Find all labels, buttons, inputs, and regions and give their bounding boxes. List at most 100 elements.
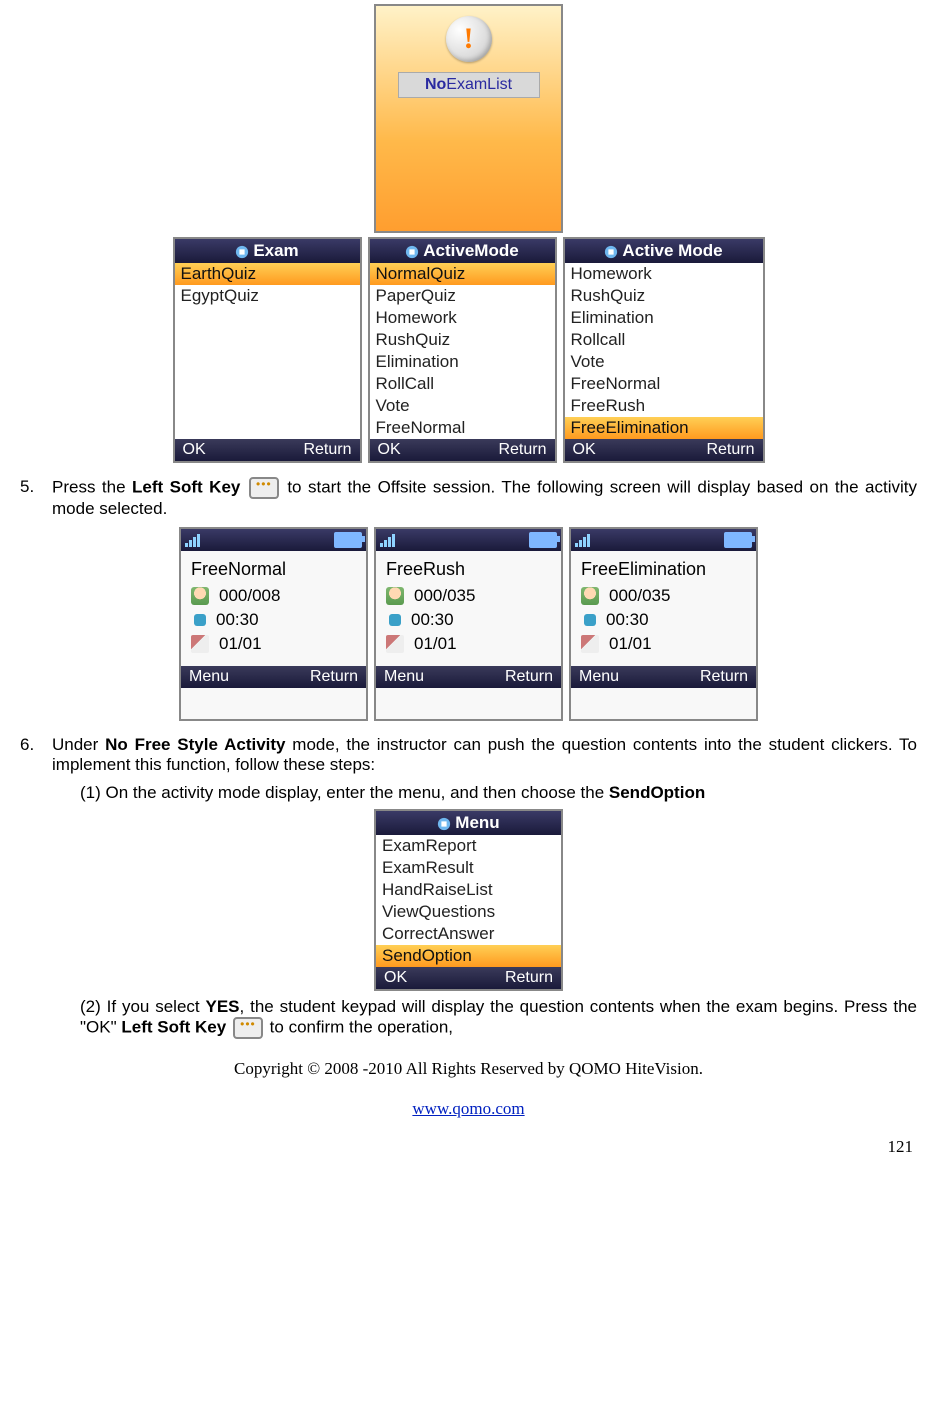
page-count: 01/01 [219,634,262,654]
phone-title: ActiveMode [423,241,518,261]
phone-session-screen: FreeElimination 000/035 00:30 01/01 Menu Retu… [569,527,758,721]
session-mode-title: FreeElimination [581,559,746,580]
list-item[interactable]: FreeNormal [565,373,763,395]
list-item[interactable]: RushQuiz [370,329,555,351]
list-item[interactable]: Vote [565,351,763,373]
list-item[interactable]: RollCall [370,373,555,395]
phone-statusbar [376,529,561,551]
softkey-left[interactable]: Menu [384,668,424,686]
document-page: ! NoExamList ExamEarthQuizEgyptQuizOKRet… [0,4,937,1177]
list-item[interactable]: Elimination [565,307,763,329]
softkey-left[interactable]: Menu [189,668,229,686]
list-item[interactable]: FreeElimination [565,417,763,439]
list-item[interactable]: Vote [370,395,555,417]
phone-softbar: Menu Return [181,666,366,688]
list-item[interactable]: EgyptQuiz [175,285,360,307]
website-link[interactable]: www.qomo.com [412,1099,524,1118]
phone-body: ExamReportExamResultHandRaiseListViewQue… [376,835,561,967]
timer-value: 00:30 [411,610,454,630]
timer-value: 00:30 [606,610,649,630]
figure-mode-screens-row: ExamEarthQuizEgyptQuiz OK Return ActiveMode… [20,237,917,463]
list-item[interactable]: PaperQuiz [370,285,555,307]
softkey-right[interactable]: Return [303,441,351,459]
list-item[interactable]: Homework [565,263,763,285]
title-icon [235,244,249,258]
softkey-right[interactable]: Return [505,969,553,987]
student-count: 000/008 [219,586,280,606]
softkey-left[interactable]: OK [384,969,407,987]
softkey-left[interactable]: OK [573,441,596,459]
list-item[interactable]: Rollcall [565,329,763,351]
title-icon [437,816,451,830]
list-item[interactable]: Elimination [370,351,555,373]
list-item[interactable]: RushQuiz [565,285,763,307]
copyright-footer: Copyright © 2008 -2010 All Rights Reserv… [20,1059,917,1079]
pen-icon [386,635,404,653]
session-row: 01/01 [581,634,746,654]
page-count: 01/01 [414,634,457,654]
phone-softbar: OK Return [376,967,561,989]
list-item[interactable]: EarthQuiz [175,263,360,285]
soft-key-icon [233,1017,263,1039]
list-item[interactable]: ExamReport [376,835,561,857]
phone-title: Menu [455,813,499,833]
phone-softbar: Menu Return [376,666,561,688]
warning-icon: ! [446,16,492,62]
session-row: 00:30 [191,610,356,630]
step-6-text: Under No Free Style Activity mode, the i… [52,735,917,775]
person-icon [191,587,209,605]
phone-title: Exam [253,241,298,261]
left-soft-key-label: Left Soft Key [132,477,240,496]
list-item[interactable]: FreeRush [565,395,763,417]
phone-body: HomeworkRushQuizEliminationRollcallVoteF… [565,263,763,439]
session-row: 01/01 [191,634,356,654]
list-item[interactable]: FreeNormal [370,417,555,439]
session-row: 000/035 [581,586,746,606]
page-count: 01/01 [609,634,652,654]
list-item[interactable]: NormalQuiz [370,263,555,285]
examlist-text: ExamList [446,76,512,93]
signal-icon [575,534,590,547]
person-icon [386,587,404,605]
person-icon [581,587,599,605]
step-5: 5. Press the Left Soft Key to start the … [20,477,917,519]
list-item[interactable]: ExamResult [376,857,561,879]
url-footer: www.qomo.com [20,1099,917,1119]
title-icon [405,244,419,258]
phone-title: Active Mode [622,241,722,261]
softkey-left[interactable]: OK [183,441,206,459]
list-item[interactable]: SendOption [376,945,561,967]
phone-softbar: OK Return [565,439,763,461]
softkey-left[interactable]: OK [378,441,401,459]
left-soft-key-label-2: Left Soft Key [121,1017,226,1036]
softkey-right[interactable]: Return [706,441,754,459]
list-item[interactable]: ViewQuestions [376,901,561,923]
substep-2: (2) If you select YES, the student keypa… [80,997,917,1039]
dot-icon [389,614,401,626]
session-row: 000/008 [191,586,356,606]
session-row: 01/01 [386,634,551,654]
softkey-right[interactable]: Return [700,668,748,686]
figure-session-screens-row: FreeNormal000/00800:3001/01MenuReturnFre… [20,527,917,721]
dot-icon [584,614,596,626]
phone-body: FreeNormal 000/008 00:30 01/01 [181,551,366,666]
title-icon [604,244,618,258]
softkey-right[interactable]: Return [310,668,358,686]
phone-body: EarthQuizEgyptQuiz [175,263,360,439]
list-item[interactable]: Homework [370,307,555,329]
phone-menu-screen: MenuExamReportExamResultHandRaiseListVie… [374,809,563,991]
softkey-right[interactable]: Return [505,668,553,686]
dot-icon [194,614,206,626]
softkey-left[interactable]: Menu [579,668,619,686]
list-item[interactable]: CorrectAnswer [376,923,561,945]
phone-body: FreeElimination 000/035 00:30 01/01 [571,551,756,666]
phone-session-screen: FreeNormal 000/008 00:30 01/01 Menu Return [179,527,368,721]
session-mode-title: FreeRush [386,559,551,580]
list-item[interactable]: HandRaiseList [376,879,561,901]
phone-titlebar: Active Mode [565,239,763,263]
softkey-right[interactable]: Return [498,441,546,459]
session-mode-title: FreeNormal [191,559,356,580]
pen-icon [191,635,209,653]
sendoption-label: SendOption [609,783,705,802]
step-5-text: Press the Left Soft Key to start the Off… [52,477,917,519]
